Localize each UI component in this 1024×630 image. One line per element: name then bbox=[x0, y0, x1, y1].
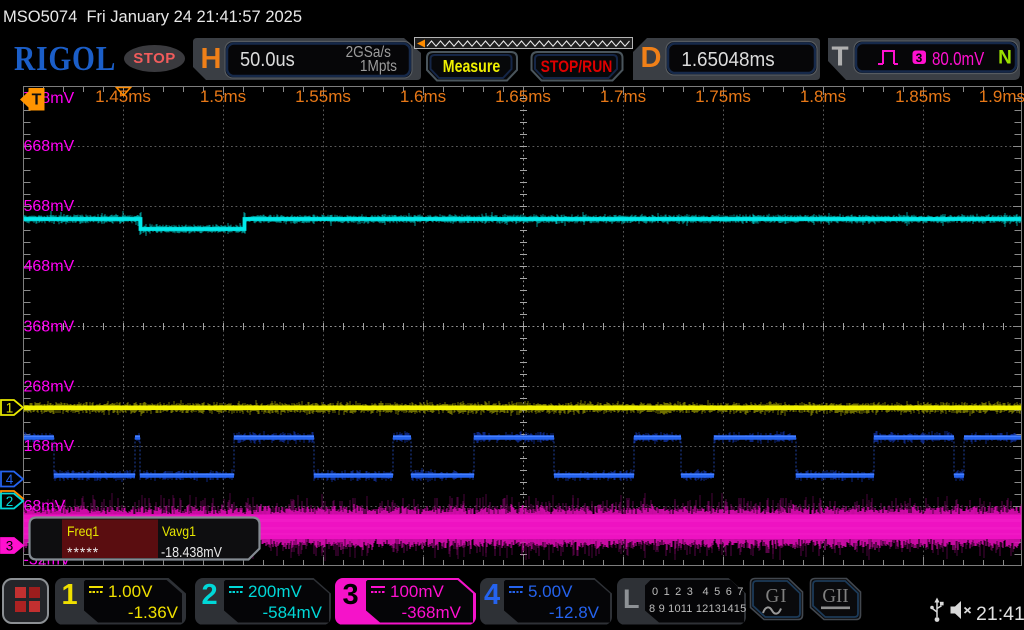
svg-text:Freq1: Freq1 bbox=[67, 523, 99, 539]
svg-text:GII: GII bbox=[822, 586, 848, 608]
svg-text:-18.438mV: -18.438mV bbox=[161, 544, 222, 560]
svg-text:*****: ***** bbox=[67, 544, 99, 560]
svg-text:Vavg1: Vavg1 bbox=[162, 523, 196, 539]
svg-text:GI: GI bbox=[766, 586, 788, 608]
